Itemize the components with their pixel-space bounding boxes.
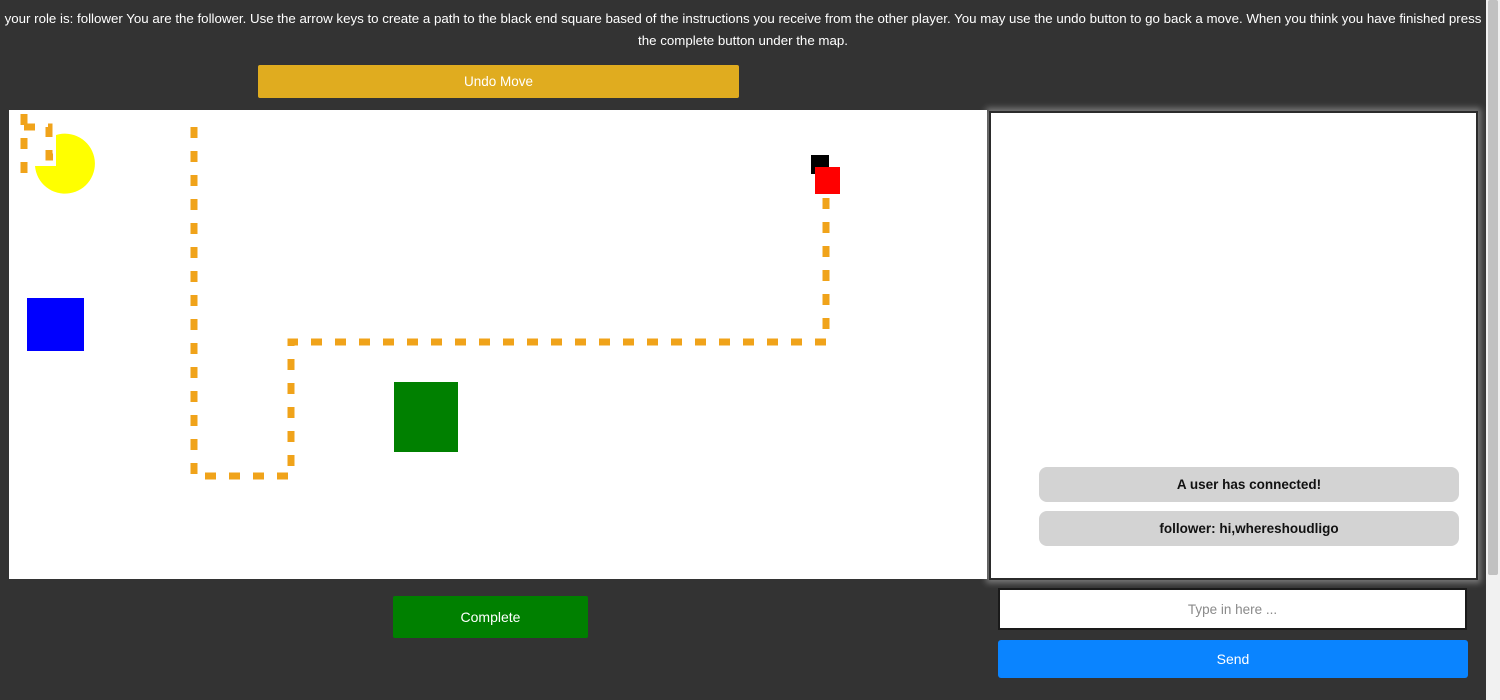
map-canvas	[20, 114, 840, 480]
game-map[interactable]	[9, 110, 987, 579]
chat-message: follower: hi,whereshoudligo	[1039, 511, 1459, 546]
scrollbar-thumb[interactable]	[1488, 0, 1498, 575]
red-player-square	[815, 167, 840, 194]
blue-square-landmark	[27, 298, 84, 351]
chat-message: A user has connected!	[1039, 467, 1459, 502]
undo-move-button[interactable]: Undo Move	[258, 65, 739, 98]
role-instructions: your role is: follower You are the follo…	[4, 11, 1482, 48]
send-button[interactable]: Send	[998, 640, 1468, 678]
green-square-landmark	[394, 382, 458, 452]
chat-input[interactable]	[998, 588, 1467, 630]
page-scrollbar[interactable]	[1486, 0, 1500, 700]
complete-button[interactable]: Complete	[393, 596, 588, 638]
yellow-pacman-landmark	[35, 133, 95, 194]
chat-log: A user has connected! follower: hi,where…	[989, 111, 1478, 580]
